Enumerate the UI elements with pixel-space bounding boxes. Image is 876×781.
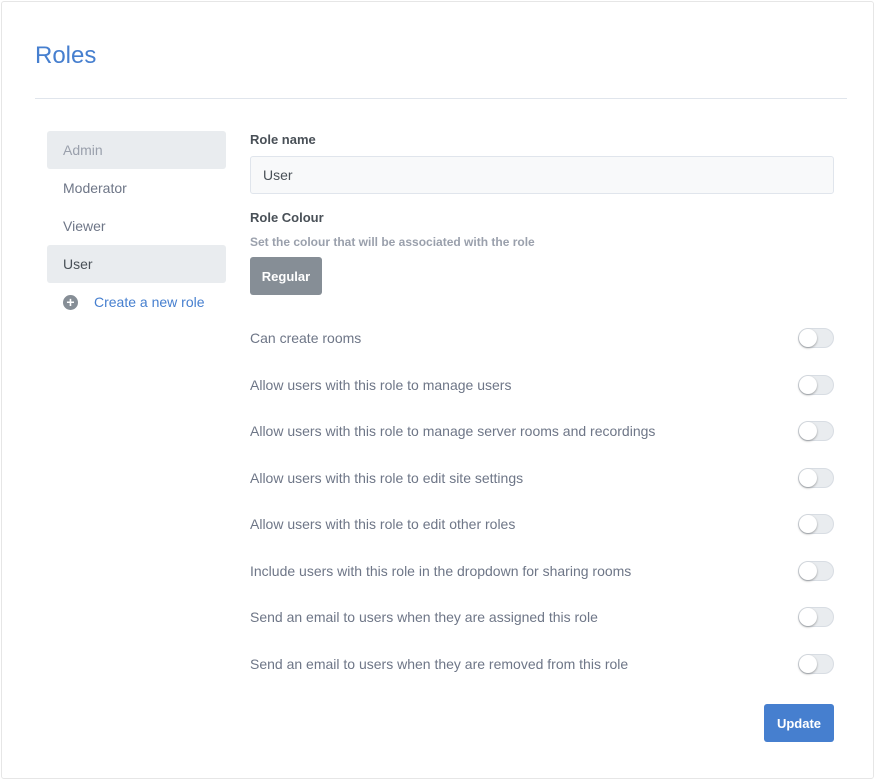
sidebar-item-label: User [63, 256, 93, 272]
permission-toggle[interactable] [798, 421, 834, 441]
toggle-knob [799, 422, 817, 440]
title-divider [35, 98, 847, 99]
permission-label: Allow users with this role to edit site … [250, 470, 524, 486]
permission-row: Allow users with this role to edit site … [250, 467, 834, 489]
toggle-knob [799, 515, 817, 533]
role-form: Role name Role Colour Set the colour tha… [250, 132, 834, 295]
role-name-label: Role name [250, 132, 316, 147]
role-colour-label: Role Colour [250, 210, 324, 225]
sidebar-item-admin[interactable]: Admin [47, 131, 226, 169]
permission-row: Can create rooms [250, 327, 834, 349]
permission-toggle[interactable] [798, 328, 834, 348]
permission-row: Include users with this role in the drop… [250, 560, 834, 582]
toggle-knob [799, 376, 817, 394]
permission-toggle[interactable] [798, 654, 834, 674]
role-name-input[interactable] [250, 156, 834, 194]
create-role-label: Create a new role [94, 294, 205, 310]
toggle-knob [799, 655, 817, 673]
permission-label: Send an email to users when they are ass… [250, 609, 598, 625]
sidebar-item-viewer[interactable]: Viewer [47, 207, 226, 245]
permission-label: Send an email to users when they are rem… [250, 656, 629, 672]
toggle-knob [799, 329, 817, 347]
role-colour-button[interactable]: Regular [250, 257, 322, 295]
sidebar-item-label: Moderator [63, 180, 127, 196]
permission-toggle[interactable] [798, 375, 834, 395]
toggle-knob [799, 608, 817, 626]
toggle-knob [799, 469, 817, 487]
roles-card: Roles Admin Moderator Viewer User + Crea… [1, 1, 874, 779]
sidebar-item-label: Viewer [63, 218, 106, 234]
permission-toggle[interactable] [798, 607, 834, 627]
permission-row: Allow users with this role to manage ser… [250, 420, 834, 442]
create-role-link[interactable]: + Create a new role [47, 283, 226, 321]
permission-label: Allow users with this role to manage use… [250, 377, 512, 393]
sidebar-item-moderator[interactable]: Moderator [47, 169, 226, 207]
permission-toggle[interactable] [798, 561, 834, 581]
page-title: Roles [35, 42, 97, 69]
permission-row: Send an email to users when they are ass… [250, 606, 834, 628]
permission-label: Allow users with this role to manage ser… [250, 423, 656, 439]
permission-row: Allow users with this role to edit other… [250, 513, 834, 535]
sidebar-item-label: Admin [63, 142, 103, 158]
permission-label: Include users with this role in the drop… [250, 563, 632, 579]
permission-row: Allow users with this role to manage use… [250, 374, 834, 396]
plus-circle-icon: + [63, 294, 78, 310]
permission-toggle[interactable] [798, 514, 834, 534]
permission-label: Allow users with this role to edit other… [250, 516, 516, 532]
permission-row: Send an email to users when they are rem… [250, 653, 834, 675]
permission-label: Can create rooms [250, 330, 362, 346]
permission-toggle[interactable] [798, 468, 834, 488]
role-colour-hint: Set the colour that will be associated w… [250, 235, 535, 249]
roles-sidebar: Admin Moderator Viewer User + Create a n… [47, 131, 226, 321]
update-button[interactable]: Update [764, 704, 834, 742]
sidebar-item-user[interactable]: User [47, 245, 226, 283]
toggle-knob [799, 562, 817, 580]
